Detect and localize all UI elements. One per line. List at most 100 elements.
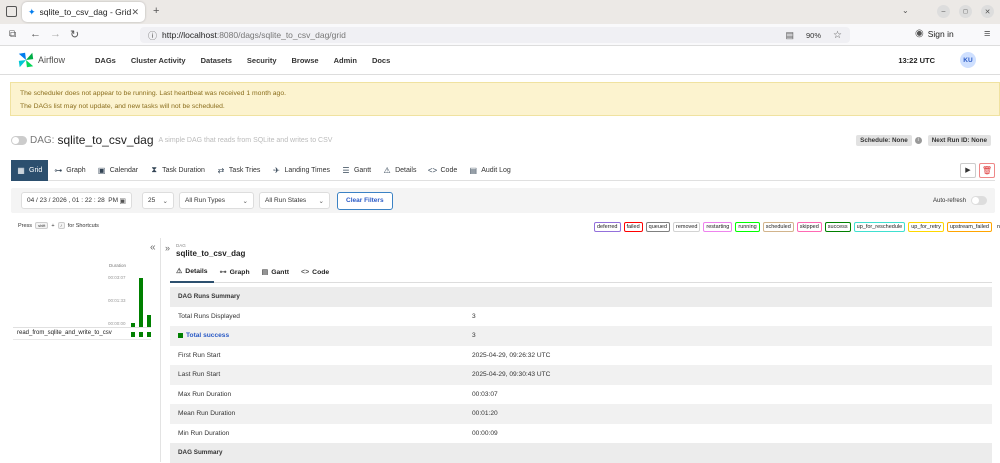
calendar-picker-icon[interactable]: ▣ [119, 197, 126, 205]
legend-up-for-retry[interactable]: up_for_retry [908, 222, 944, 232]
dag-pause-toggle[interactable] [11, 135, 27, 145]
task-instance-cell[interactable] [139, 332, 143, 337]
zoom-level[interactable]: 90% [806, 31, 821, 40]
nav-admin[interactable]: Admin [334, 56, 357, 65]
nav-security[interactable]: Security [247, 56, 277, 65]
total-success-link[interactable]: Total success [186, 332, 229, 339]
legend-removed[interactable]: removed [673, 222, 701, 232]
tab-audit-log-label: Audit Log [481, 166, 511, 174]
auto-refresh-toggle[interactable] [971, 196, 987, 205]
summary-row: Mean Run Duration 00:01:20 [170, 404, 992, 424]
duration-tick-mid: 00:01:33 [108, 298, 126, 303]
task-instance-cell[interactable] [131, 332, 135, 337]
tab-audit-log[interactable]: ▤ Audit Log [463, 160, 517, 181]
browser-tab[interactable]: ✦ sqlite_to_csv_dag - Grid ✕ [22, 2, 145, 22]
clear-filters-button[interactable]: Clear Filters [337, 191, 393, 210]
tab-graph[interactable]: ⊶ Graph [48, 160, 91, 181]
airflow-favicon-icon: ✦ [28, 6, 36, 17]
legend-deferred[interactable]: deferred [594, 222, 621, 232]
brand-name: Airflow [38, 55, 66, 65]
back-icon[interactable]: ← [30, 28, 41, 40]
trigger-dag-button[interactable]: ▶ [960, 162, 976, 178]
tab-details[interactable]: ⚠ Details [377, 160, 422, 181]
dag-prefix: DAG: [30, 134, 55, 146]
tab-code-label: Code [440, 166, 458, 174]
next-run-badge[interactable]: Next Run ID: None [927, 134, 991, 146]
legend-restarting[interactable]: restarting [703, 222, 733, 232]
legend-up-for-reschedule[interactable]: up_for_reschedule [853, 222, 906, 232]
tab-landing-times[interactable]: ✈ Landing Times [266, 160, 336, 181]
minimize-icon[interactable]: – [937, 5, 950, 18]
nav-docs[interactable]: Docs [372, 56, 390, 65]
legend-scheduled[interactable]: scheduled [762, 222, 794, 232]
forward-icon[interactable]: → [50, 28, 61, 40]
reload-icon[interactable]: ↻ [70, 28, 79, 41]
summary-key: Mean Run Duration [178, 410, 236, 418]
summary-value: 00:01:20 [472, 410, 498, 418]
subtab-code[interactable]: <> Code [295, 262, 335, 283]
grid-panel: « Duration 00:03:07 00:01:33 00:00:00 re… [11, 238, 161, 462]
nav-cluster-activity[interactable]: Cluster Activity [131, 56, 186, 65]
server-time[interactable]: 13:22 UTC [898, 56, 935, 65]
clear-filters-label: Clear Filters [346, 197, 384, 204]
summary-value: 00:00:09 [472, 429, 498, 437]
airflow-logo[interactable]: Airflow [17, 51, 65, 69]
run-count-select[interactable]: 25 ⌄ [142, 192, 174, 209]
subtab-details[interactable]: ⚠ Details [170, 262, 214, 283]
sidebar-toggle-icon[interactable]: ⧉ [9, 29, 16, 40]
avatar[interactable]: KU [960, 52, 976, 68]
chevron-down-icon: ⌄ [162, 197, 168, 205]
dag-description: A simple DAG that reads from SQLite and … [158, 136, 333, 144]
nav-datasets[interactable]: Datasets [201, 56, 232, 65]
tab-gantt[interactable]: ☰ Gantt [336, 160, 377, 181]
close-tab-icon[interactable]: ✕ [131, 7, 139, 18]
bookmark-star-icon[interactable]: ☆ [833, 30, 842, 41]
hint-key-slash: / [57, 222, 65, 229]
duration-bar[interactable] [131, 323, 135, 327]
nav-dags[interactable]: DAGs [95, 56, 116, 65]
subtab-graph-label: Graph [229, 268, 250, 276]
delete-dag-button[interactable]: 🗑 [979, 162, 995, 178]
duration-bar[interactable] [147, 315, 151, 327]
tab-code[interactable]: <> Code [423, 160, 464, 181]
subtab-gantt[interactable]: ▤ Gantt [256, 262, 295, 283]
tab-calendar-label: Calendar [109, 166, 139, 174]
legend-success[interactable]: success [824, 222, 851, 232]
new-tab-icon[interactable]: + [153, 5, 159, 17]
tab-calendar[interactable]: ▣ Calendar [92, 160, 144, 181]
legend-upstream-failed[interactable]: upstream_failed [946, 222, 992, 232]
page-info-icon: ⓘ [148, 30, 158, 41]
legend-failed[interactable]: failed [623, 222, 643, 232]
url-bar[interactable]: ⓘ http://localhost :8080/dags/sqlite_to_… [140, 27, 850, 43]
expand-panel-icon[interactable]: » [165, 243, 170, 253]
duration-bar[interactable] [139, 278, 143, 327]
task-instance-cell[interactable] [147, 332, 151, 337]
menu-icon[interactable]: ≡ [984, 28, 990, 40]
subtab-graph[interactable]: ⊶ Graph [214, 262, 256, 283]
reader-view-icon[interactable]: ▤ [786, 30, 795, 41]
schedule-info-icon[interactable]: i [914, 136, 922, 144]
dag-title: sqlite_to_csv_dag [57, 133, 154, 147]
base-date-input[interactable]: 04 / 23 / 2026 , 01 : 22 : 28 PM ▣ [21, 192, 132, 209]
maximize-icon[interactable]: ◻ [959, 5, 972, 18]
legend-running[interactable]: running [735, 222, 760, 232]
breadcrumb[interactable]: DAG [176, 243, 186, 248]
task-row-label[interactable]: read_from_sqlite_and_write_to_csv [17, 330, 112, 336]
run-state-select[interactable]: All Run States ⌄ [259, 192, 330, 209]
legend-queued[interactable]: queued [645, 222, 671, 232]
close-window-icon[interactable]: ✕ [981, 5, 994, 18]
signin-button[interactable]: ◉ Sign in [915, 28, 954, 39]
subtab-code-label: Code [312, 268, 330, 276]
tab-overview-icon[interactable] [6, 6, 17, 17]
tab-list-icon[interactable]: ⌄ [902, 6, 909, 15]
tab-grid[interactable]: ▦ Grid [11, 159, 49, 181]
tab-task-tries[interactable]: ⇄ Task Tries [211, 160, 267, 181]
collapse-panel-icon[interactable]: « [150, 242, 156, 253]
tab-task-duration[interactable]: ⧗ Task Duration [144, 160, 211, 181]
legend-skipped[interactable]: skipped [796, 222, 822, 232]
nav-browse[interactable]: Browse [292, 56, 319, 65]
summary-row: First Run Start 2025-04-29, 09:26:32 UTC [170, 346, 992, 366]
hint-post: for Shortcuts [67, 222, 99, 229]
schedule-badge[interactable]: Schedule: None [856, 134, 912, 146]
run-type-select[interactable]: All Run Types ⌄ [179, 192, 254, 209]
